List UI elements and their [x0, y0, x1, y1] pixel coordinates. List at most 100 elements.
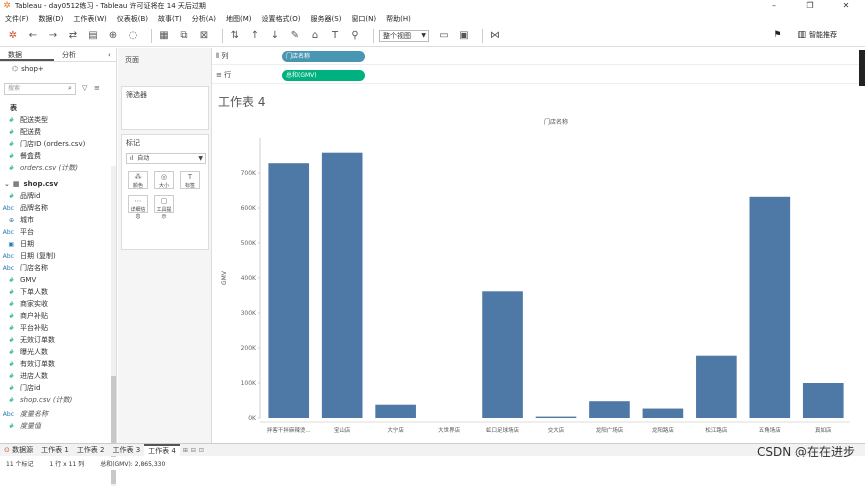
menu-item[interactable]: 窗口(N)	[351, 14, 376, 24]
menu-item[interactable]: 工作表(W)	[73, 14, 106, 24]
sort-ascending-icon[interactable]: ↑	[248, 29, 262, 43]
field-item[interactable]: Abc 日期 (复制)	[0, 250, 110, 262]
field-item[interactable]: ▣ 日期	[0, 238, 110, 250]
sort-descending-icon[interactable]: ↓	[268, 29, 282, 43]
shop-group-label: shop.csv	[23, 180, 59, 188]
menu-item[interactable]: 服务器(S)	[311, 14, 342, 24]
field-item[interactable]: # 度量值	[0, 420, 110, 432]
undo-icon[interactable]: ←	[26, 29, 40, 43]
new-datasource-icon[interactable]: ⊕	[106, 29, 120, 43]
field-item[interactable]: # 无效订单数	[0, 334, 110, 346]
fit-select[interactable]: 整个视图 ▼	[379, 29, 429, 42]
tooltip-button[interactable]: ▢ 工具提示	[154, 195, 174, 220]
tab-sheet-2[interactable]: 工作表 2	[73, 444, 109, 457]
datasource-item[interactable]: ⌬ shop+	[0, 62, 116, 76]
clear-sheet-icon[interactable]: ⊠	[197, 29, 211, 43]
tab-sheet-1[interactable]: 工作表 1	[37, 444, 73, 457]
field-item[interactable]: # 有效订单数	[0, 358, 110, 370]
menu-item[interactable]: 数据(D)	[39, 14, 64, 24]
close-button[interactable]: ✕	[828, 0, 864, 12]
filters-card[interactable]: 筛选器	[121, 86, 209, 130]
pause-updates-icon[interactable]: ◌	[126, 29, 140, 43]
field-item[interactable]: Abc 平台	[0, 226, 110, 238]
group-icon[interactable]: ⌂	[308, 29, 322, 43]
maximize-button[interactable]: ❐	[792, 0, 828, 12]
field-item[interactable]: # 配送费	[0, 126, 110, 138]
menu-item[interactable]: 设置格式(O)	[262, 14, 301, 24]
search-input[interactable]: 搜索	[4, 83, 76, 95]
tab-analysis[interactable]: 分析	[54, 48, 108, 61]
highlight-icon[interactable]: ✎	[288, 29, 302, 43]
smart-show-button[interactable]: ⚑ ▥ 智能推荐	[773, 30, 837, 40]
field-item[interactable]: # 商家实收	[0, 298, 110, 310]
columns-shelf[interactable]: ⦀ 列 门店名称	[212, 48, 862, 65]
side-handle[interactable]	[859, 50, 865, 86]
menu-item[interactable]: 帮助(H)	[386, 14, 411, 24]
field-item[interactable]: # 门店ID (orders.csv)	[0, 138, 110, 150]
detail-icon: ⋯	[134, 197, 142, 205]
menu-item[interactable]: 分析(A)	[192, 14, 216, 24]
field-item[interactable]: ⊕ 城市	[0, 214, 110, 226]
swap-rows-columns-icon[interactable]: ⇅	[228, 29, 242, 43]
rows-shelf[interactable]: ≡ 行 总和(GMV)	[212, 67, 862, 84]
pin-icon[interactable]: ⚲	[348, 29, 362, 43]
new-sheet-tab-icon[interactable]: ⊞	[183, 447, 188, 454]
new-sheet-icon[interactable]: ▦	[157, 29, 171, 43]
menu-item[interactable]: 故事(T)	[158, 14, 182, 24]
menu-item[interactable]: 地图(M)	[226, 14, 252, 24]
tab-sheet-3[interactable]: 工作表 3	[108, 444, 144, 457]
field-item[interactable]: Abc 度量名称	[0, 408, 110, 420]
tab-data[interactable]: 数据	[0, 48, 54, 61]
field-item[interactable]: # 曝光人数	[0, 346, 110, 358]
field-label: 有效订单数	[20, 360, 55, 368]
pages-card[interactable]: 页面	[121, 52, 209, 80]
minimize-button[interactable]: –	[756, 0, 792, 12]
datasource-tab[interactable]: ⊙ 数据源	[0, 444, 37, 457]
sidebar-scrollbar[interactable]	[111, 166, 116, 486]
shop-table-group[interactable]: ⌄ ▦ shop.csv	[0, 178, 110, 190]
rows-pill[interactable]: 总和(GMV)	[282, 69, 365, 81]
color-button[interactable]: ⁂ 颜色	[128, 171, 148, 189]
field-item[interactable]: Abc 门店名称	[0, 262, 110, 274]
field-item[interactable]: # 餐盒费	[0, 150, 110, 162]
size-button[interactable]: ◎ 大小	[154, 171, 174, 189]
field-item[interactable]: # 进店人数	[0, 370, 110, 382]
menu-item[interactable]: 仪表板(B)	[117, 14, 148, 24]
save-icon[interactable]: ▤	[86, 29, 100, 43]
data-source-icon[interactable]: ⇄	[66, 29, 80, 43]
tableau-home-icon[interactable]: ✲	[6, 29, 20, 43]
field-label: 无效订单数	[20, 336, 55, 344]
label-button[interactable]: T 标签	[180, 171, 200, 189]
number-type-icon: #	[8, 140, 14, 148]
field-item[interactable]: # 商户补贴	[0, 310, 110, 322]
field-label: orders.csv (计数)	[20, 164, 78, 172]
x-tick-label: 大世界店	[438, 426, 461, 434]
field-item[interactable]: # orders.csv (计数)	[0, 162, 110, 174]
duplicate-sheet-icon[interactable]: ⧉	[177, 29, 191, 43]
mark-type-select[interactable]: ıl 自动 ▼	[126, 153, 206, 164]
new-story-tab-icon[interactable]: ⊡	[199, 447, 204, 454]
field-item[interactable]: # 门店id	[0, 382, 110, 394]
filter-icon[interactable]: ▽	[82, 84, 87, 92]
menu-item[interactable]: 文件(F)	[5, 14, 29, 24]
field-item[interactable]: # 配送类型	[0, 114, 110, 126]
labels-icon[interactable]: T	[328, 29, 342, 43]
field-item[interactable]: # 平台补贴	[0, 322, 110, 334]
detail-button[interactable]: ⋯ 详细信息	[128, 195, 148, 220]
field-item[interactable]: # 下单人数	[0, 286, 110, 298]
new-dashboard-tab-icon[interactable]: ⊟	[191, 447, 196, 454]
field-item[interactable]: # 品牌id	[0, 190, 110, 202]
tab-sheet-4[interactable]: 工作表 4	[144, 443, 180, 457]
columns-pill[interactable]: 门店名称	[282, 50, 365, 62]
collapse-icon[interactable]: ‹	[108, 48, 116, 61]
field-item[interactable]: # GMV	[0, 274, 110, 286]
redo-icon[interactable]: →	[46, 29, 60, 43]
share-icon[interactable]: ⋈	[488, 29, 502, 43]
field-item[interactable]: # shop.csv (计数)	[0, 394, 110, 406]
number-type-icon: #	[8, 422, 14, 430]
show-cards-icon[interactable]: ▭	[437, 29, 451, 43]
field-item[interactable]: Abc 品牌名称	[0, 202, 110, 214]
presentation-mode-icon[interactable]: ▣	[457, 29, 471, 43]
list-view-icon[interactable]: ≡	[94, 84, 100, 92]
y-tick-label: 300K	[241, 310, 257, 317]
